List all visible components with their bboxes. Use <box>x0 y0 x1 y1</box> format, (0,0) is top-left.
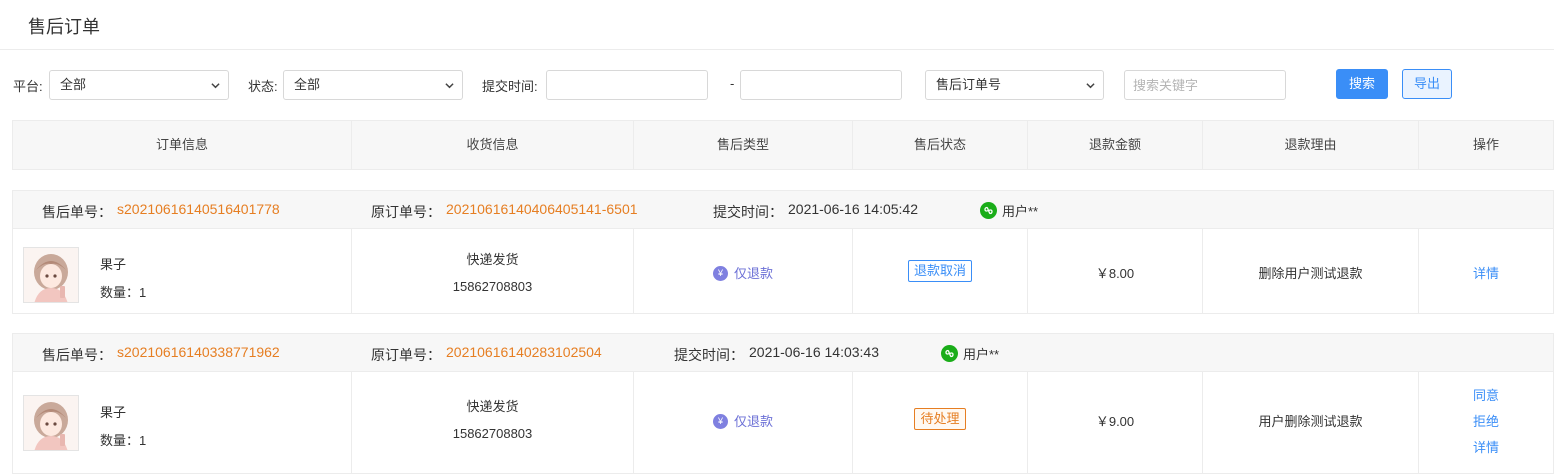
order-card: 售后单号： s20210616140516401778 原订单号： 202106… <box>12 190 1554 314</box>
reject-link[interactable]: 拒绝 <box>1473 414 1499 429</box>
refund-reason-cell: 用户删除测试退款 <box>1203 372 1419 473</box>
quantity-value: 1 <box>139 285 147 300</box>
yen-coin-icon: ¥ <box>712 414 728 429</box>
approve-link[interactable]: 同意 <box>1473 388 1499 403</box>
chevron-down-icon <box>211 83 220 89</box>
aftersale-no-label: 售后单号： <box>42 204 112 220</box>
shipping-info-cell: 快递发货 15862708803 <box>352 229 634 313</box>
aftersale-type-label: 仅退款 <box>733 266 773 281</box>
aftersale-type-label: 仅退款 <box>733 414 773 429</box>
detail-link[interactable]: 详情 <box>1473 440 1499 455</box>
refund-amount-cell: ￥8.00 <box>1028 229 1203 313</box>
start-date-input[interactable] <box>546 70 708 100</box>
search-field-value: 售后订单号 <box>936 77 1002 92</box>
quantity-value: 1 <box>139 433 147 448</box>
refund-reason: 用户删除测试退款 <box>1258 414 1363 429</box>
column-header-aftersale-type: 售后类型 <box>634 121 853 169</box>
aftersale-no-label: 售后单号： <box>42 347 112 363</box>
original-no-label: 原订单号： <box>371 347 441 363</box>
shipping-info-cell: 快递发货 15862708803 <box>352 372 634 473</box>
product-image <box>24 248 78 302</box>
page-header: 售后订单 <box>0 0 1554 50</box>
aftersale-no-link[interactable]: s20210616140338771962 <box>117 344 280 360</box>
status-select[interactable]: 全部 <box>283 70 463 100</box>
wechat-mini-program-icon <box>980 202 997 219</box>
user-name: 用户** <box>963 347 1000 362</box>
end-date-input[interactable] <box>740 70 902 100</box>
yen-coin-icon: ¥ <box>712 266 728 281</box>
receiver-phone: 15862708803 <box>452 426 533 441</box>
submit-time-value: 2021-06-16 14:05:42 <box>788 201 918 217</box>
aftersale-status-cell: 退款取消 <box>853 229 1028 313</box>
order-card-body: 果子 数量：1 快递发货 15862708803 ¥ 仅退款 退款取消 ￥8.00… <box>13 229 1553 313</box>
receiver-phone: 15862708803 <box>452 279 533 294</box>
detail-link[interactable]: 详情 <box>1473 266 1499 281</box>
refund-amount: ￥9.00 <box>1095 414 1135 429</box>
platform-select[interactable]: 全部 <box>49 70 229 100</box>
order-card-header: 售后单号： s20210616140516401778 原订单号： 202106… <box>13 191 1553 229</box>
product-image <box>24 396 78 450</box>
aftersale-status-cell: 待处理 <box>853 372 1028 473</box>
aftersale-type-cell: ¥ 仅退款 <box>634 229 853 313</box>
status-label: 状态: <box>248 79 278 94</box>
order-info-cell: 果子 数量：1 <box>13 229 352 313</box>
submit-time-label: 提交时间： <box>713 204 783 220</box>
submit-time-label: 提交时间： <box>674 347 744 363</box>
column-header-actions: 操作 <box>1472 137 1499 152</box>
chevron-down-icon <box>445 83 454 89</box>
date-separator: - <box>730 76 735 91</box>
column-header-refund-reason: 退款理由 <box>1203 121 1419 169</box>
product-quantity: 数量：1 <box>100 282 146 301</box>
actions-cell: 同意 拒绝 详情 <box>1419 372 1553 473</box>
product-quantity: 数量：1 <box>100 430 146 449</box>
status-badge: 待处理 <box>914 408 966 430</box>
order-card-header: 售后单号： s20210616140338771962 原订单号： 202106… <box>13 334 1553 372</box>
product-thumbnail[interactable] <box>23 395 79 451</box>
refund-reason: 删除用户测试退款 <box>1258 266 1363 281</box>
wechat-mini-program-icon <box>941 345 958 362</box>
aftersale-type: ¥ 仅退款 <box>634 263 852 282</box>
yen-glyph: ¥ <box>717 416 723 426</box>
quantity-label: 数量： <box>100 433 140 448</box>
original-no-link[interactable]: 20210616140283102504 <box>446 344 602 360</box>
user-name: 用户** <box>1002 204 1039 219</box>
quantity-label: 数量： <box>100 285 140 300</box>
status-select-value: 全部 <box>294 77 321 92</box>
search-field-select[interactable]: 售后订单号 <box>925 70 1104 100</box>
order-card: 售后单号： s20210616140338771962 原订单号： 202106… <box>12 333 1554 474</box>
filter-bar: 平台: 全部 状态: 全部 提交时间: - 售后订单号 搜索 导出 <box>0 66 1554 104</box>
column-header-aftersale-status: 售后状态 <box>853 121 1028 169</box>
original-no-link[interactable]: 20210616140406405141-6501 <box>446 201 638 217</box>
keyword-search-input[interactable] <box>1124 70 1286 100</box>
aftersale-type: ¥ 仅退款 <box>634 411 852 430</box>
column-header-order-info: 订单信息 <box>13 121 352 169</box>
column-header-refund-amount: 退款金额 <box>1028 121 1203 169</box>
column-header-shipping-info: 收货信息 <box>352 121 634 169</box>
product-name: 果子 <box>100 257 127 272</box>
delivery-method: 快递发货 <box>466 399 519 414</box>
table-header: 订单信息 收货信息 售后类型 售后状态 退款金额 退款理由 操作 <box>12 120 1554 170</box>
export-button[interactable]: 导出 <box>1402 69 1452 99</box>
search-button[interactable]: 搜索 <box>1336 69 1388 99</box>
platform-select-value: 全部 <box>60 77 87 92</box>
submit-time-value: 2021-06-16 14:03:43 <box>749 344 879 360</box>
submit-time-label: 提交时间: <box>482 79 538 94</box>
product-thumbnail[interactable] <box>23 247 79 303</box>
order-card-body: 果子 数量：1 快递发货 15862708803 ¥ 仅退款 待处理 ￥9.00 … <box>13 372 1553 473</box>
order-info-cell: 果子 数量：1 <box>13 372 352 473</box>
aftersale-no-link[interactable]: s20210616140516401778 <box>117 201 280 217</box>
page-title: 售后订单 <box>28 17 100 37</box>
platform-label: 平台: <box>13 79 43 94</box>
delivery-method: 快递发货 <box>466 252 519 267</box>
actions-cell: 详情 <box>1419 229 1553 313</box>
refund-reason-cell: 删除用户测试退款 <box>1203 229 1419 313</box>
product-name: 果子 <box>100 405 127 420</box>
status-badge: 退款取消 <box>907 260 972 282</box>
chevron-down-icon <box>1086 83 1095 89</box>
yen-glyph: ¥ <box>717 268 723 278</box>
aftersale-type-cell: ¥ 仅退款 <box>634 372 853 473</box>
original-no-label: 原订单号： <box>371 204 441 220</box>
refund-amount: ￥8.00 <box>1095 266 1135 281</box>
refund-amount-cell: ￥9.00 <box>1028 372 1203 473</box>
